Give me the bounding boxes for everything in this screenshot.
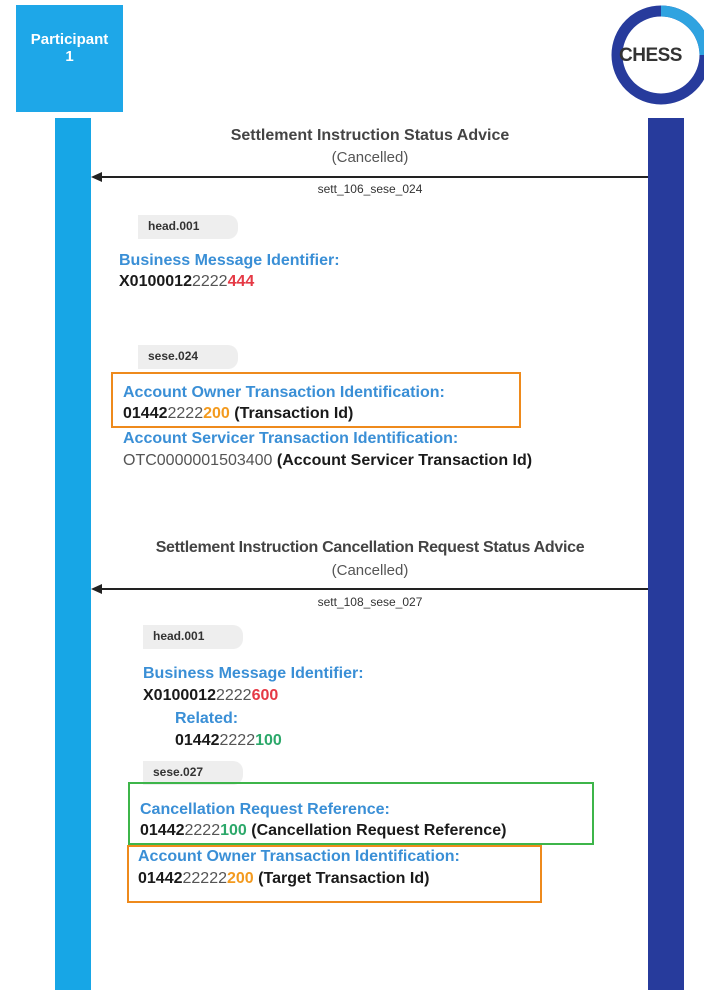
related-value-plain: 2222 [219,732,256,749]
bmi-value-plain: 2222 [191,273,228,290]
crr-value-suffix: (Cancellation Request Reference) [246,822,507,839]
message1-status: (Cancelled) [331,149,409,166]
aoti-value-plain: 2222 [167,405,204,422]
aoti-value-suffix: (Transaction Id) [229,405,354,422]
aoti2-value-highlight: 200 [227,870,254,887]
message2-head-tag: head.001 [143,625,243,649]
message2-arrow [100,588,648,590]
participant-1-box: Participant 1 [16,5,123,112]
message1-id: sett_106_sese_024 [317,182,423,196]
aoti2-value-bold: 01442 [138,870,183,887]
bmi2-value-bold: X0100012 [143,687,216,704]
bmi2-value-plain: 2222 [215,687,252,704]
asti-value-suffix: (Account Servicer Transaction Id) [272,452,533,469]
message1-aoti-value: 014422222200 (Transaction Id) [123,405,353,423]
crr-value-bold: 01442 [140,822,185,839]
message2-bmi-label: Business Message Identifier: [143,665,364,682]
related-value-highlight: 100 [255,732,282,749]
chess-label: CHESS [619,45,682,66]
message1-aoti-label: Account Owner Transaction Identification… [123,384,445,401]
message1-head-tag: head.001 [138,215,238,239]
message1-bmi-value: X01000122222444 [119,273,254,291]
crr-value-highlight: 100 [220,822,247,839]
message1-title: Settlement Instruction Status Advice [230,127,510,144]
related-value-bold: 01442 [175,732,220,749]
message2-crr-label: Cancellation Request Reference: [140,801,390,818]
aoti-value-highlight: 200 [203,405,230,422]
bmi-value-highlight: 444 [227,273,255,290]
aoti2-value-suffix: (Target Transaction Id) [253,870,430,887]
message1-body-tag: sese.024 [138,345,238,369]
message2-aoti-value: 0144222222200 (Target Transaction Id) [138,870,429,888]
message1-asti-label: Account Servicer Transaction Identificat… [123,430,459,447]
aoti-value-bold: 01442 [123,405,168,422]
message2-aoti-label: Account Owner Transaction Identification… [138,848,460,865]
participant-label: Participant 1 [30,30,109,65]
message2-related-label: Related: [175,710,239,727]
crr-value-plain: 2222 [184,822,221,839]
message2-id: sett_108_sese_027 [317,595,423,609]
message1-asti-value: OTC0000001503400 (Account Servicer Trans… [123,452,532,470]
bmi-value-bold: X0100012 [119,273,192,290]
asti-value-plain: OTC0000001503400 [123,452,273,469]
message2-related-value: 014422222100 [175,732,282,750]
aoti2-value-plain: 22222 [182,870,228,887]
message2-bmi-value: X01000122222600 [143,687,278,705]
message2-status: (Cancelled) [331,562,409,579]
bmi2-value-highlight: 600 [251,687,279,704]
message1-bmi-label: Business Message Identifier: [119,252,340,269]
message2-crr-value: 014422222100 (Cancellation Request Refer… [140,822,506,840]
message2-title: Settlement Instruction Cancellation Requ… [155,539,585,556]
message1-arrow [100,176,648,178]
